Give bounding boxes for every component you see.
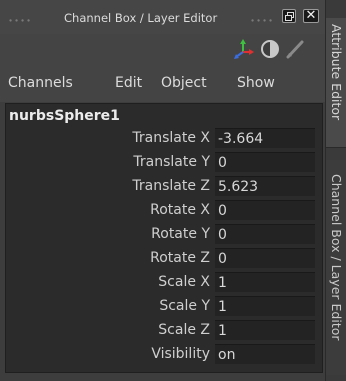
channel-row-translate-z[interactable]: Translate Z 5.623 bbox=[5, 176, 323, 197]
menu-channels[interactable]: Channels bbox=[8, 75, 73, 91]
drag-grip-left[interactable]: ∙∙∙∙ bbox=[8, 16, 32, 25]
window-title: Channel Box / Layer Editor bbox=[64, 11, 218, 25]
channel-label[interactable]: Rotate Y bbox=[5, 226, 210, 242]
channel-row-visibility[interactable]: Visibility on bbox=[5, 344, 323, 365]
node-name[interactable]: nurbsSphere1 bbox=[9, 108, 120, 124]
channel-value-field[interactable]: 1 bbox=[215, 296, 315, 316]
channel-label[interactable]: Scale X bbox=[5, 274, 210, 290]
channel-value-field[interactable]: on bbox=[215, 344, 315, 364]
close-icon[interactable]: ✕ bbox=[303, 9, 319, 23]
window-titlebar[interactable]: ∙∙∙∙ Channel Box / Layer Editor ∙∙∙∙ ✕ bbox=[0, 0, 325, 34]
channel-label[interactable]: Translate X bbox=[5, 130, 210, 146]
channel-value-field[interactable]: 0 bbox=[215, 224, 315, 244]
channel-box-toolbar bbox=[0, 34, 325, 64]
half-shaded-circle-icon[interactable] bbox=[259, 38, 281, 60]
channel-label[interactable]: Translate Y bbox=[5, 154, 210, 170]
channel-label[interactable]: Rotate X bbox=[5, 202, 210, 218]
channel-value-field[interactable]: 5.623 bbox=[215, 176, 315, 196]
channel-label[interactable]: Visibility bbox=[5, 346, 210, 362]
channel-value-field[interactable]: 1 bbox=[215, 320, 315, 340]
channel-label[interactable]: Scale Z bbox=[5, 322, 210, 338]
channel-row-scale-z[interactable]: Scale Z 1 bbox=[5, 320, 323, 341]
channel-value-field[interactable]: 0 bbox=[215, 200, 315, 220]
channel-value-field[interactable]: 0 bbox=[215, 248, 315, 268]
menu-object[interactable]: Object bbox=[161, 75, 207, 91]
drag-grip-right[interactable]: ∙∙∙∙ bbox=[250, 16, 274, 25]
channel-row-rotate-z[interactable]: Rotate Z 0 bbox=[5, 248, 323, 269]
channel-row-translate-y[interactable]: Translate Y 0 bbox=[5, 152, 323, 173]
channel-row-scale-x[interactable]: Scale X 1 bbox=[5, 272, 323, 293]
side-tab-strip: Attribute Editor Channel Box / Layer Edi… bbox=[325, 0, 346, 381]
menu-show[interactable]: Show bbox=[237, 75, 275, 91]
tab-attribute-editor[interactable]: Attribute Editor bbox=[326, 18, 346, 148]
channel-row-scale-y[interactable]: Scale Y 1 bbox=[5, 296, 323, 317]
menu-bar: Channels Edit Object Show bbox=[0, 64, 325, 102]
float-window-icon[interactable] bbox=[282, 9, 296, 23]
menu-edit[interactable]: Edit bbox=[115, 75, 142, 91]
channel-row-rotate-x[interactable]: Rotate X 0 bbox=[5, 200, 323, 221]
axis-manipulator-icon[interactable] bbox=[232, 38, 254, 60]
channel-label[interactable]: Translate Z bbox=[5, 178, 210, 194]
pen-icon[interactable] bbox=[284, 38, 306, 60]
channel-value-field[interactable]: 0 bbox=[215, 152, 315, 172]
channel-row-rotate-y[interactable]: Rotate Y 0 bbox=[5, 224, 323, 245]
channel-label[interactable]: Scale Y bbox=[5, 298, 210, 314]
channel-value-field[interactable]: 1 bbox=[215, 272, 315, 292]
channel-label[interactable]: Rotate Z bbox=[5, 250, 210, 266]
channel-row-translate-x[interactable]: Translate X -3.664 bbox=[5, 128, 323, 149]
tab-channel-box[interactable]: Channel Box / Layer Editor bbox=[326, 160, 346, 375]
channel-value-field[interactable]: -3.664 bbox=[215, 128, 315, 148]
